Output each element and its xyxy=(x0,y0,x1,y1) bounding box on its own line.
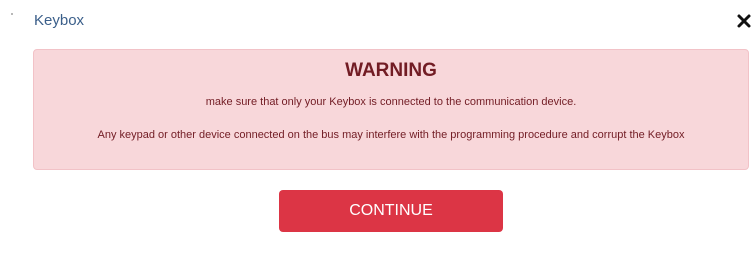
dialog-title: Keybox xyxy=(34,12,85,29)
warning-message-connection: make sure that only your Keybox is conne… xyxy=(205,96,577,108)
warning-message-interference: Any keypad or other device connected on … xyxy=(97,129,685,141)
warning-heading: WARNING xyxy=(345,60,437,81)
close-icon xyxy=(737,14,751,28)
corner-dot xyxy=(11,13,13,15)
keybox-dialog: Keybox WARNING make sure that only your … xyxy=(0,0,756,255)
continue-button[interactable]: CONTINUE xyxy=(279,190,503,232)
warning-alert: WARNING make sure that only your Keybox … xyxy=(33,49,749,170)
close-button[interactable] xyxy=(736,13,752,29)
